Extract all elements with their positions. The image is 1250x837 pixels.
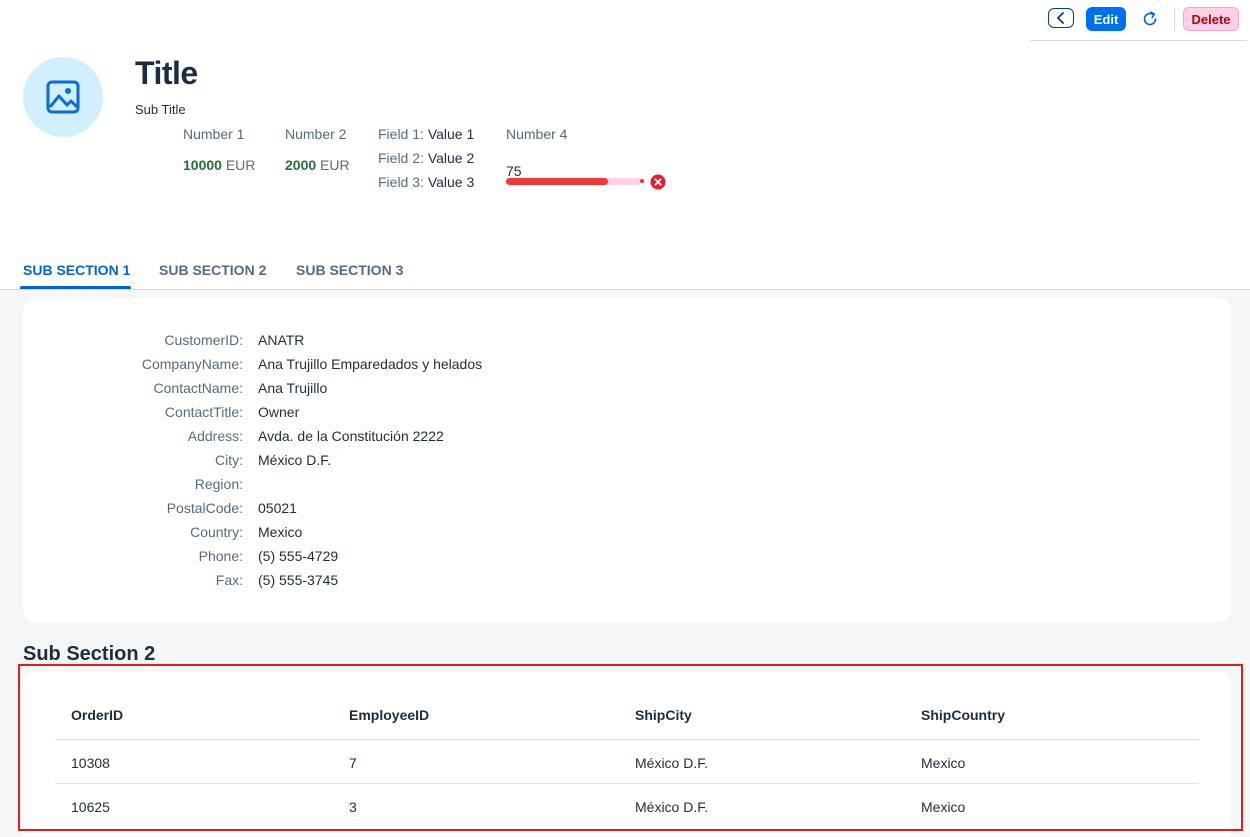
form-label: ContactTitle: [164, 404, 243, 420]
form-row: Country: Mexico [23, 524, 1231, 548]
form-value: Owner [258, 404, 300, 420]
tab-sub-section-3[interactable]: SUB SECTION 3 [296, 262, 403, 278]
field-label: Field 2: [378, 150, 424, 166]
toolbar-separator [1174, 7, 1175, 31]
field-value: Value 3 [427, 174, 475, 190]
chevron-left-icon [1057, 12, 1064, 24]
sub-section-2-title: Sub Section 2 [23, 643, 156, 665]
progress-label: Number 4 [506, 126, 568, 142]
form-row: CustomerID: ANATR [23, 332, 1231, 356]
toolbar-divider [1030, 40, 1247, 41]
tab-sub-section-2[interactable]: SUB SECTION 2 [159, 262, 266, 278]
kpi-value-number-2: 2000 EUR [285, 157, 350, 173]
progress-bar-fill [506, 178, 608, 185]
form-value: 05021 [258, 500, 297, 516]
form-row: CompanyName: Ana Trujillo Emparedados y h… [23, 356, 1231, 380]
tab-sub-section-1[interactable]: SUB SECTION 1 [23, 262, 130, 278]
form-label: Region: [194, 476, 243, 492]
form-label: CustomerID: [164, 332, 243, 348]
form-row: Region: [23, 476, 1231, 500]
cell-orderid: 10308 [71, 755, 110, 771]
column-header-shipcity[interactable]: ShipCity [635, 707, 692, 723]
kpi-number: 2000 [285, 157, 317, 173]
column-header-shipcountry[interactable]: ShipCountry [921, 707, 1005, 723]
table-header-divider [55, 739, 1199, 740]
progress-bar [506, 178, 642, 185]
edit-button[interactable]: Edit [1086, 7, 1126, 31]
field-label: Field 3: [378, 174, 424, 190]
column-header-orderid[interactable]: OrderID [71, 707, 123, 723]
kpi-value-number-1: 10000 EUR [183, 157, 255, 173]
cell-employeeid: 7 [349, 755, 357, 771]
form-value: (5) 555-3745 [258, 572, 339, 588]
form-value: ANATR [258, 332, 305, 348]
error-icon [650, 174, 666, 190]
refresh-icon [1143, 11, 1157, 26]
form-label: CompanyName: [141, 356, 243, 372]
form-value: México D.F. [258, 452, 332, 468]
field-value: Value 1 [427, 126, 475, 142]
cell-shipcountry: Mexico [921, 755, 966, 771]
form-label: Fax: [215, 572, 243, 588]
back-button[interactable] [1048, 8, 1074, 28]
form-row: City: México D.F. [23, 452, 1231, 476]
page-title: Title [135, 55, 198, 91]
kpi-label-number-1: Number 1 [183, 126, 245, 142]
header-field-1: Field 1: Value 1 [378, 126, 474, 142]
cell-employeeid: 3 [349, 799, 357, 815]
form-row: Address: Avda. de la Constitución 2222 [23, 428, 1231, 452]
kpi-label-number-2: Number 2 [285, 126, 347, 142]
form-value: Avda. de la Constitución 2222 [258, 428, 444, 444]
kpi-unit: EUR [320, 157, 350, 173]
header-field-2: Field 2: Value 2 [378, 150, 474, 166]
form-value: Ana Trujillo Emparedados y helados [258, 356, 483, 372]
sub-section-1-form-card: CustomerID: ANATR CompanyName: Ana Trujillo… [23, 298, 1231, 622]
progress-value: 75 [506, 163, 522, 179]
object-page-header: Edit Delete Title Sub Title Number 1 100… [0, 0, 1250, 290]
refresh-button[interactable] [1139, 8, 1161, 30]
form-row: PostalCode: 05021 [23, 500, 1231, 524]
sub-section-2-table-card [23, 672, 1231, 837]
cell-shipcity: México D.F. [635, 799, 709, 815]
form-label: Phone: [198, 548, 243, 564]
column-header-employeeid[interactable]: EmployeeID [349, 707, 429, 723]
image-placeholder-icon [46, 80, 80, 114]
field-label: Field 1: [378, 126, 424, 142]
form-row: Fax: (5) 555-3745 [23, 572, 1231, 596]
cell-shipcity: México D.F. [635, 755, 709, 771]
form-row: ContactName: Ana Trujillo [23, 380, 1231, 404]
form-value: Ana Trujillo [258, 380, 328, 396]
table-row-divider [55, 783, 1199, 784]
form-value: Mexico [258, 524, 303, 540]
cell-orderid: 10625 [71, 799, 110, 815]
kpi-unit: EUR [225, 157, 256, 173]
form-row: Phone: (5) 555-4729 [23, 548, 1231, 572]
page-subtitle: Sub Title [135, 102, 186, 117]
cell-shipcountry: Mexico [921, 799, 966, 815]
progress-bar-end-dot [640, 179, 644, 183]
form-label: ContactName: [153, 380, 243, 396]
form-value: (5) 555-4729 [258, 548, 339, 564]
avatar [23, 57, 103, 137]
form-label: PostalCode: [166, 500, 243, 516]
field-value: Value 2 [427, 150, 475, 166]
kpi-number: 10000 [183, 157, 222, 173]
form-label: Country: [190, 524, 243, 540]
form-label: Address: [187, 428, 243, 444]
header-field-3: Field 3: Value 3 [378, 174, 474, 190]
delete-button[interactable]: Delete [1183, 7, 1239, 31]
form-row: ContactTitle: Owner [23, 404, 1231, 428]
form-label: City: [215, 452, 243, 468]
